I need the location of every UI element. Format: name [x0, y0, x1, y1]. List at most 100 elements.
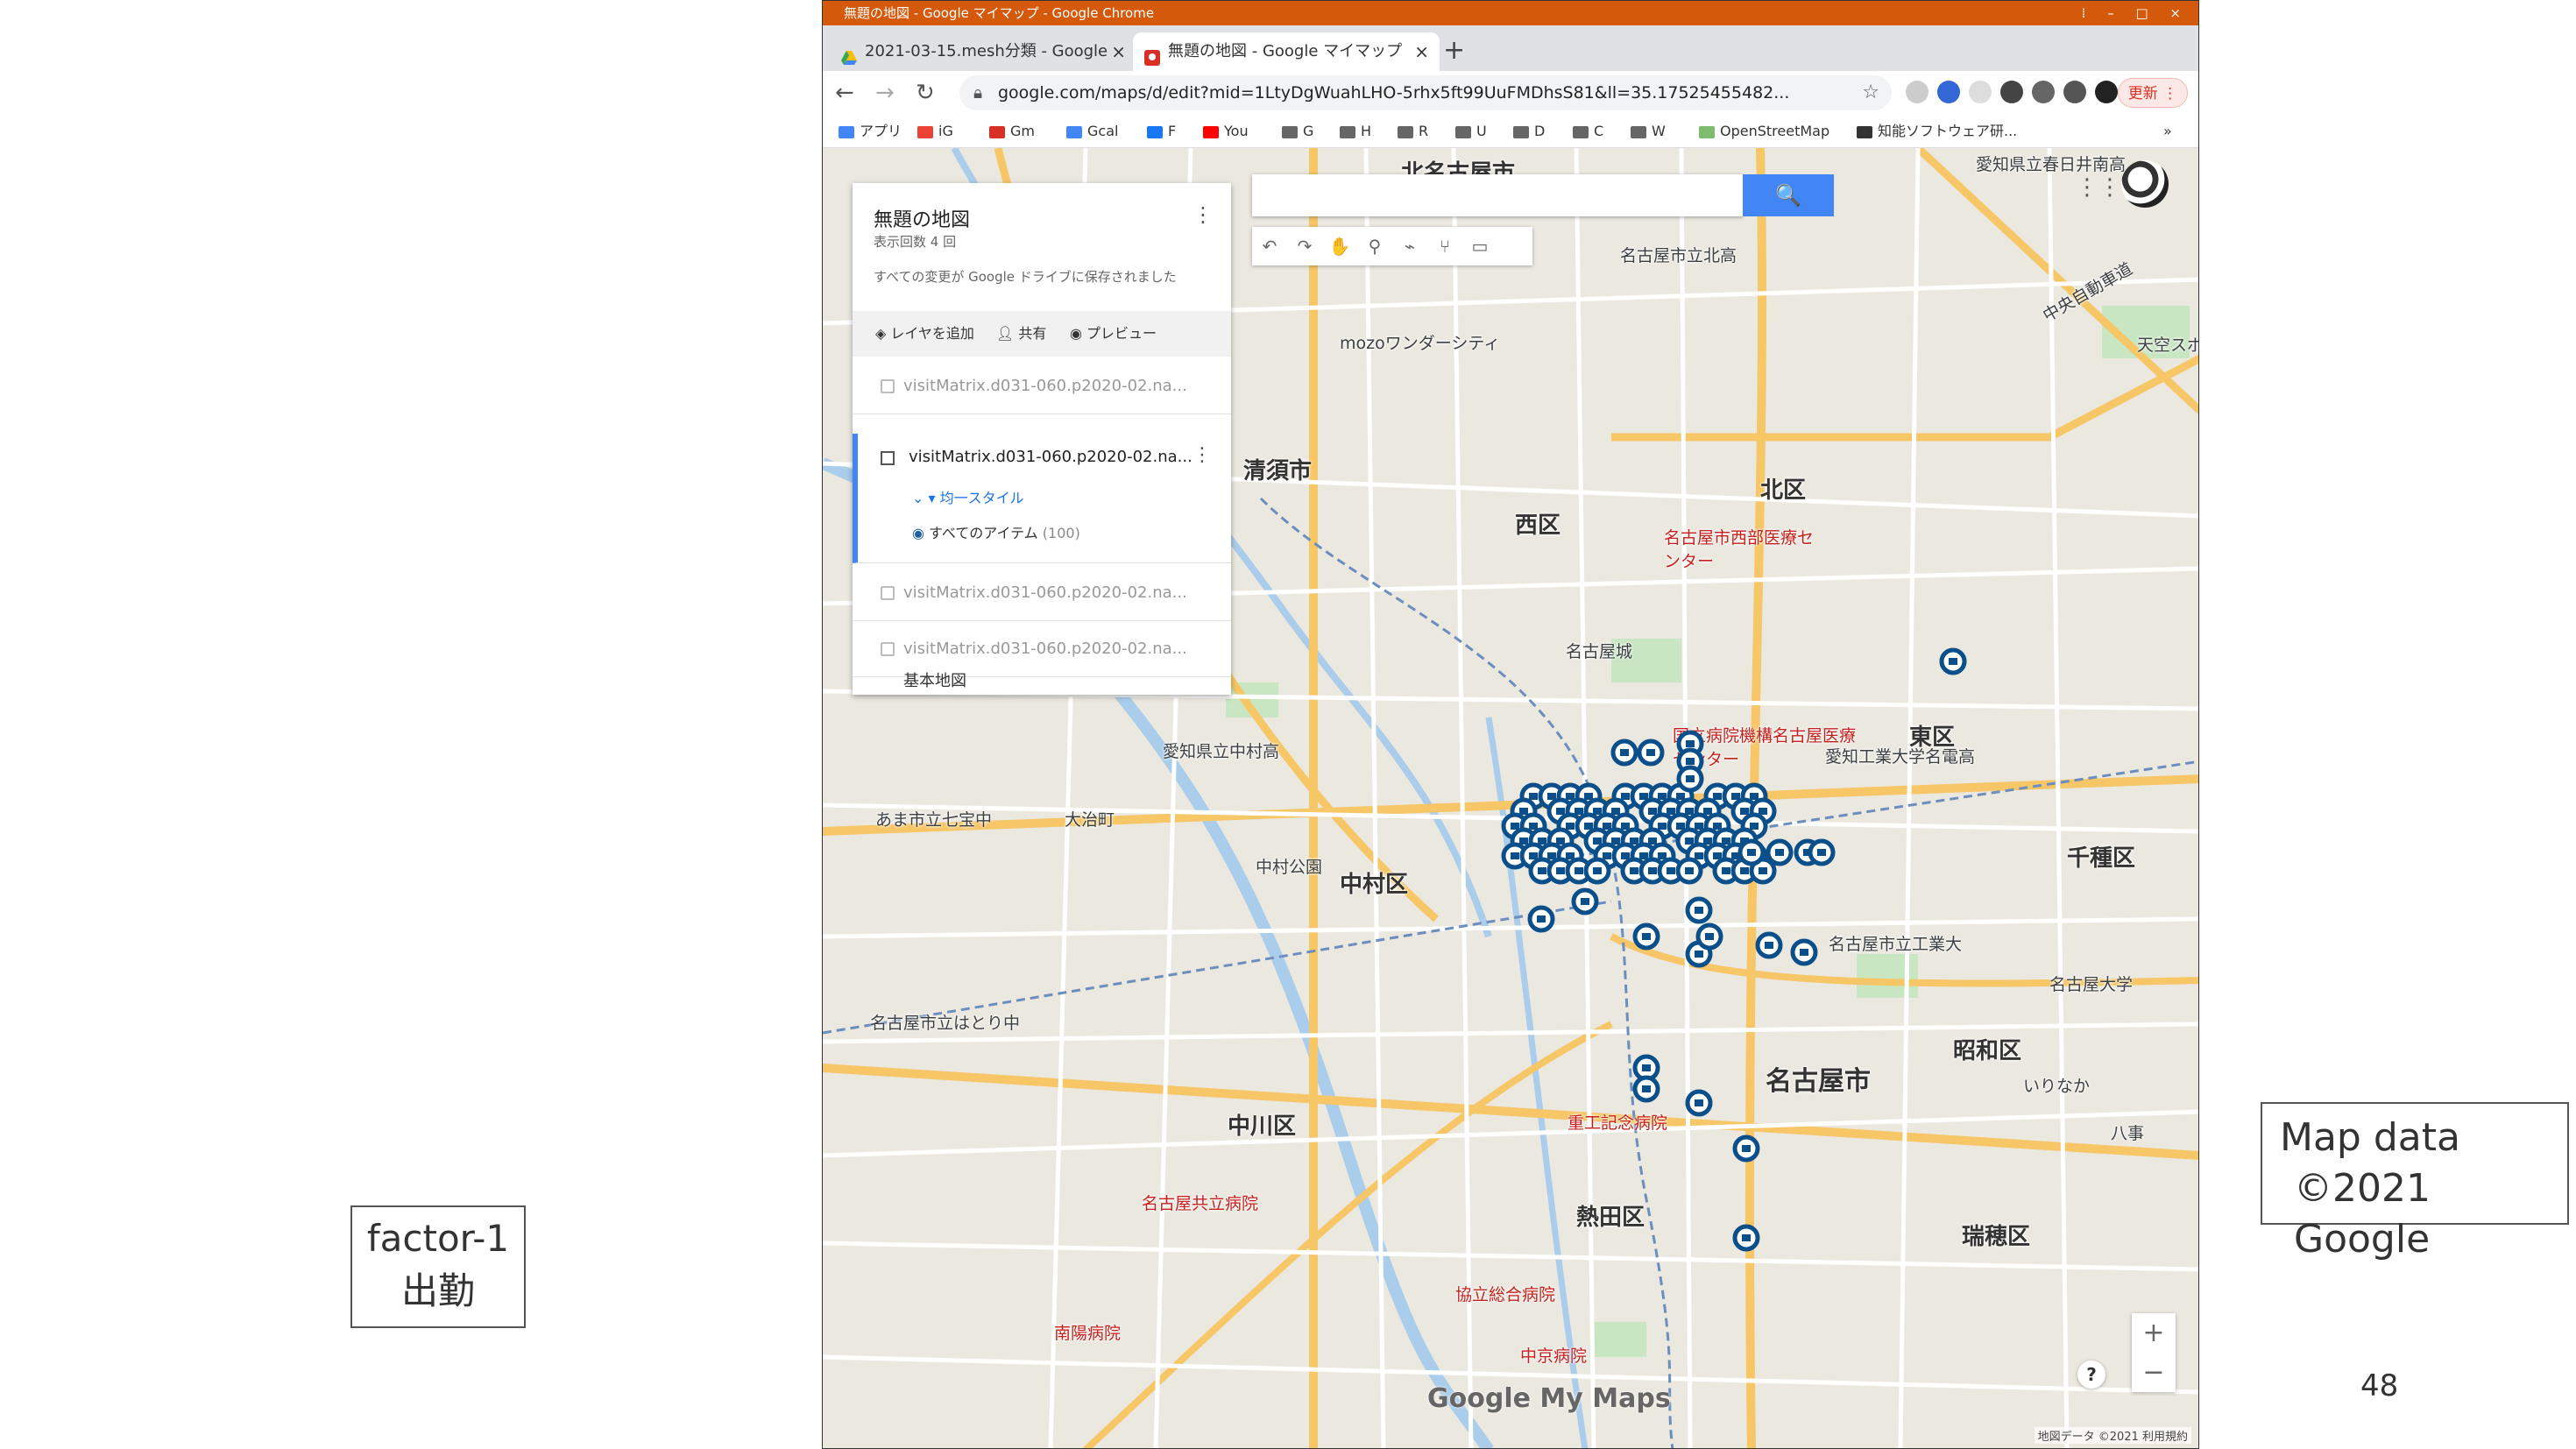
directions-icon[interactable]: ⑂ [1427, 227, 1462, 265]
bookmark-h[interactable]: H [1340, 115, 1371, 148]
line-icon[interactable]: ⌁ [1392, 227, 1427, 265]
tab-drive[interactable]: 2021-03-15.mesh分類 - Google × [830, 32, 1136, 71]
location-marker[interactable] [1527, 905, 1555, 933]
preview-button[interactable]: ◉ プレビュー [1070, 311, 1157, 357]
account-avatar[interactable] [2121, 160, 2169, 208]
eye-icon: ◉ [1070, 325, 1087, 342]
location-marker[interactable] [1675, 857, 1703, 885]
tab-mymaps[interactable]: 無題の地図 - Google マイマップ × [1133, 32, 1440, 71]
zoom-control: + − [2132, 1313, 2176, 1392]
bookmark-star-icon[interactable]: ☆ [1862, 75, 1879, 110]
factor-title: factor-1 [366, 1217, 510, 1260]
location-marker[interactable] [1766, 838, 1794, 866]
extension-icon[interactable] [1906, 81, 1928, 103]
forward-icon[interactable]: → [875, 78, 895, 108]
update-button[interactable]: 更新 ⋮ [2118, 78, 2188, 108]
bookmark-lab[interactable]: 知能ソフトウェア研... [1857, 115, 2017, 148]
reload-icon[interactable]: ↻ [916, 78, 935, 108]
drawing-toolbar: ↶ ↷ ✋ ⚲ ⌁ ⑂ ▭ [1252, 227, 1532, 265]
layer-checkbox[interactable] [881, 642, 895, 656]
bookmark-u[interactable]: U [1455, 115, 1487, 148]
hand-icon[interactable]: ✋ [1322, 227, 1357, 265]
drive-icon [840, 43, 858, 65]
marker-icon[interactable]: ⚲ [1357, 227, 1392, 265]
layer-row[interactable]: visitMatrix.d031-060.p2020-02.na... [853, 358, 1231, 414]
share-button[interactable]: 👤︎ 共有 [996, 311, 1046, 357]
bookmark-apps[interactable]: アプリ [839, 115, 902, 148]
save-status: すべての変更が Google ドライブに保存されました [874, 269, 1177, 285]
bookmark-you[interactable]: You [1203, 115, 1249, 148]
bookmark-gcal[interactable]: Gcal [1066, 115, 1118, 148]
undo-icon[interactable]: ↶ [1252, 227, 1287, 265]
star-extension-icon[interactable] [1937, 81, 1960, 103]
search-button[interactable]: 🔍 [1743, 174, 1834, 216]
location-marker[interactable] [1632, 922, 1660, 951]
layer-checkbox[interactable] [881, 586, 895, 600]
bookmarks-bar: アプリ iG Gm Gcal F You G H R U D C W OpenS… [823, 115, 2198, 148]
ruler-icon[interactable]: ▭ [1462, 227, 1497, 265]
map-canvas[interactable]: 北名古屋市 清須市 西区 北区 東区 中村区 千種区 中川区 名古屋市 昭和区 … [823, 148, 2198, 1448]
map-search-input[interactable]: 🔍 [1252, 174, 1834, 216]
profile-avatar-icon[interactable] [2095, 81, 2118, 103]
new-tab-button[interactable]: + [1443, 38, 1465, 64]
zoom-out-button[interactable]: − [2132, 1353, 2176, 1392]
location-marker[interactable] [1808, 838, 1836, 866]
folder-icon [1398, 125, 1413, 138]
map-pin-icon [1143, 43, 1161, 66]
location-marker[interactable] [1737, 838, 1766, 866]
bookmark-f[interactable]: F [1147, 115, 1176, 148]
puzzle-icon[interactable] [2063, 81, 2086, 103]
location-marker[interactable] [1732, 1134, 1760, 1163]
extension-icon[interactable] [2032, 81, 2055, 103]
layer-row[interactable]: visitMatrix.d031-060.p2020-02.na... [853, 565, 1231, 621]
back-icon[interactable]: ← [835, 78, 854, 108]
help-button[interactable]: ? [2077, 1361, 2105, 1389]
zoom-in-button[interactable]: + [2132, 1313, 2176, 1353]
redo-icon[interactable]: ↷ [1287, 227, 1322, 265]
all-items-link[interactable]: ◉ すべてのアイテム (100) [912, 521, 1080, 542]
map-title[interactable]: 無題の地図 [874, 204, 970, 232]
basemap-toggle[interactable]: 基本地図 [853, 668, 1231, 695]
location-marker[interactable] [1685, 896, 1713, 924]
location-marker[interactable] [1790, 938, 1818, 966]
location-marker[interactable] [1571, 887, 1599, 915]
google-mymaps-logo: Google My Maps [1427, 1383, 1671, 1414]
location-marker[interactable] [1676, 765, 1704, 793]
map-attribution[interactable]: 地図データ ©2021 利用規約 [2034, 1427, 2191, 1444]
close-icon[interactable]: × [1414, 32, 1429, 71]
close-icon[interactable]: × [1111, 32, 1126, 71]
bookmark-g[interactable]: G [1282, 115, 1313, 148]
active-layer[interactable]: visitMatrix.d031-060.p2020-02.na... ⋮ ⌄ … [853, 434, 1231, 563]
paint-icon: ⌄ ▾ [912, 490, 940, 506]
bookmarks-overflow[interactable]: » [2163, 115, 2172, 148]
bookmark-ig[interactable]: iG [917, 115, 953, 148]
more-vert-icon[interactable]: ⋮ [1192, 444, 1212, 466]
layer-checkbox-checked[interactable] [881, 451, 895, 465]
location-marker[interactable] [1939, 647, 1967, 675]
extension-icon[interactable] [1969, 81, 1992, 103]
location-marker[interactable] [1632, 1075, 1660, 1103]
bookmark-osm[interactable]: OpenStreetMap [1699, 115, 1829, 148]
more-vert-icon[interactable]: ⋮ [1192, 202, 1214, 227]
location-marker[interactable] [1732, 1224, 1760, 1252]
window-controls[interactable]: ⁞ – □ × [2082, 1, 2190, 25]
bookmark-w[interactable]: W [1631, 115, 1666, 148]
location-marker[interactable] [1695, 922, 1723, 951]
add-layer-button[interactable]: ◈ レイヤを追加 [875, 311, 974, 357]
extension-icon[interactable] [2000, 81, 2023, 103]
layer-label: visitMatrix.d031-060.p2020-02.na... [903, 377, 1187, 395]
layer-checkbox[interactable] [881, 379, 895, 393]
bookmark-gm[interactable]: Gm [989, 115, 1035, 148]
address-bar[interactable]: 🔒︎ google.com/maps/d/edit?mid=1LtyDgWuah… [959, 75, 1892, 110]
bookmark-d[interactable]: D [1513, 115, 1545, 148]
location-marker[interactable] [1610, 739, 1638, 767]
location-marker[interactable] [1685, 1089, 1713, 1117]
calendar-icon [1066, 125, 1082, 138]
style-link[interactable]: ⌄ ▾ 均一スタイル [912, 486, 1024, 507]
location-marker[interactable] [1755, 931, 1783, 959]
bookmark-c[interactable]: C [1573, 115, 1603, 148]
add-person-icon: 👤︎ [996, 325, 1019, 342]
bookmark-r[interactable]: R [1398, 115, 1428, 148]
location-marker[interactable] [1583, 857, 1611, 885]
location-marker[interactable] [1637, 739, 1665, 767]
